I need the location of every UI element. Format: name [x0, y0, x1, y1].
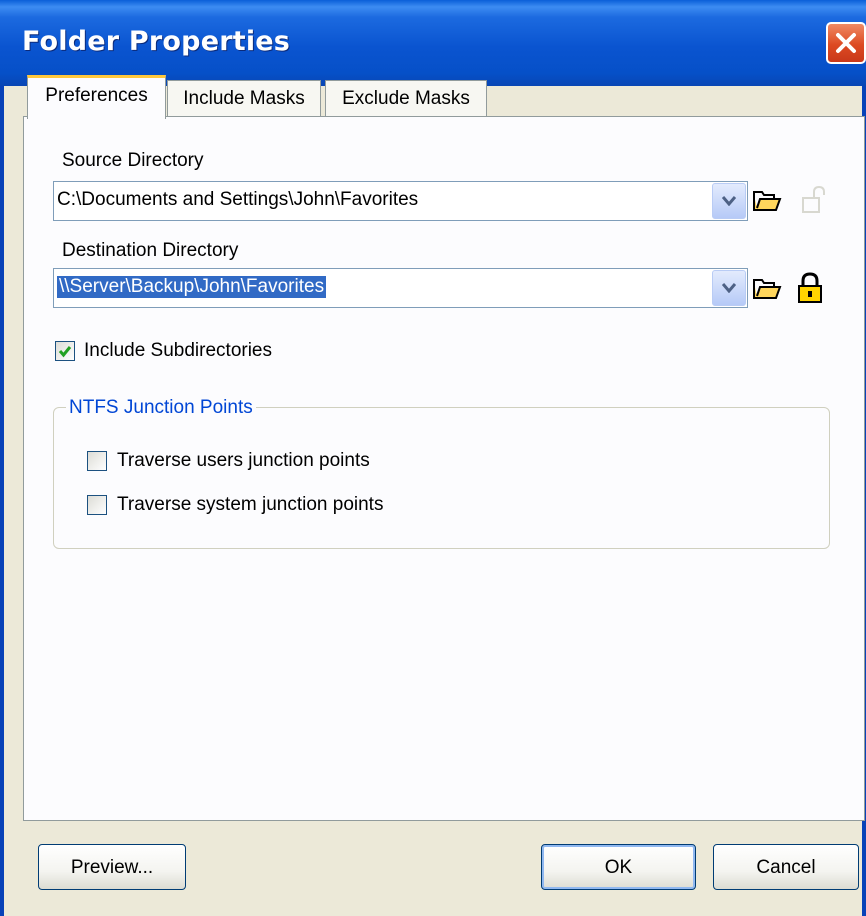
ntfs-junction-points-group — [53, 407, 830, 549]
title-bar[interactable]: Folder Properties — [0, 0, 866, 86]
close-button[interactable] — [826, 22, 866, 64]
preview-button[interactable]: Preview... — [38, 844, 186, 890]
window-title: Folder Properties — [22, 26, 291, 57]
traverse-users-junction-checkbox[interactable] — [87, 451, 107, 471]
destination-directory-value: \\Server\Backup\John\Favorites — [57, 276, 327, 298]
ntfs-group-title: NTFS Junction Points — [66, 397, 256, 419]
ok-button[interactable]: OK — [541, 844, 696, 890]
include-subdirectories-checkbox[interactable] — [55, 341, 75, 361]
cancel-button[interactable]: Cancel — [713, 844, 859, 890]
tab-include-masks[interactable]: Include Masks — [167, 80, 321, 116]
tab-exclude-masks[interactable]: Exclude Masks — [325, 80, 487, 116]
traverse-users-junction-label: Traverse users junction points — [117, 450, 370, 471]
source-directory-combo[interactable]: C:\Documents and Settings\John\Favorites — [53, 181, 748, 221]
unlock-icon[interactable] — [800, 185, 826, 219]
source-dropdown-button[interactable] — [712, 183, 746, 219]
window-border-left — [0, 86, 4, 916]
destination-directory-label: Destination Directory — [62, 240, 239, 261]
traverse-system-junction-checkbox[interactable] — [87, 495, 107, 515]
chevron-down-icon — [722, 283, 736, 293]
source-directory-label: Source Directory — [62, 150, 204, 171]
browse-folder-icon[interactable] — [752, 277, 782, 306]
chevron-down-icon — [722, 196, 736, 206]
checkmark-icon — [58, 346, 72, 358]
destination-dropdown-button[interactable] — [712, 270, 746, 306]
close-icon — [836, 33, 856, 53]
traverse-system-junction-label: Traverse system junction points — [117, 494, 384, 515]
include-subdirectories-label: Include Subdirectories — [84, 340, 272, 361]
source-directory-value: C:\Documents and Settings\John\Favorites — [57, 189, 419, 210]
browse-folder-icon[interactable] — [752, 189, 782, 218]
folder-properties-dialog: Folder Properties Preferences Include Ma… — [0, 0, 866, 916]
destination-directory-combo[interactable]: \\Server\Backup\John\Favorites — [53, 268, 748, 308]
tab-preferences[interactable]: Preferences — [27, 75, 166, 119]
lock-icon[interactable] — [796, 272, 824, 309]
